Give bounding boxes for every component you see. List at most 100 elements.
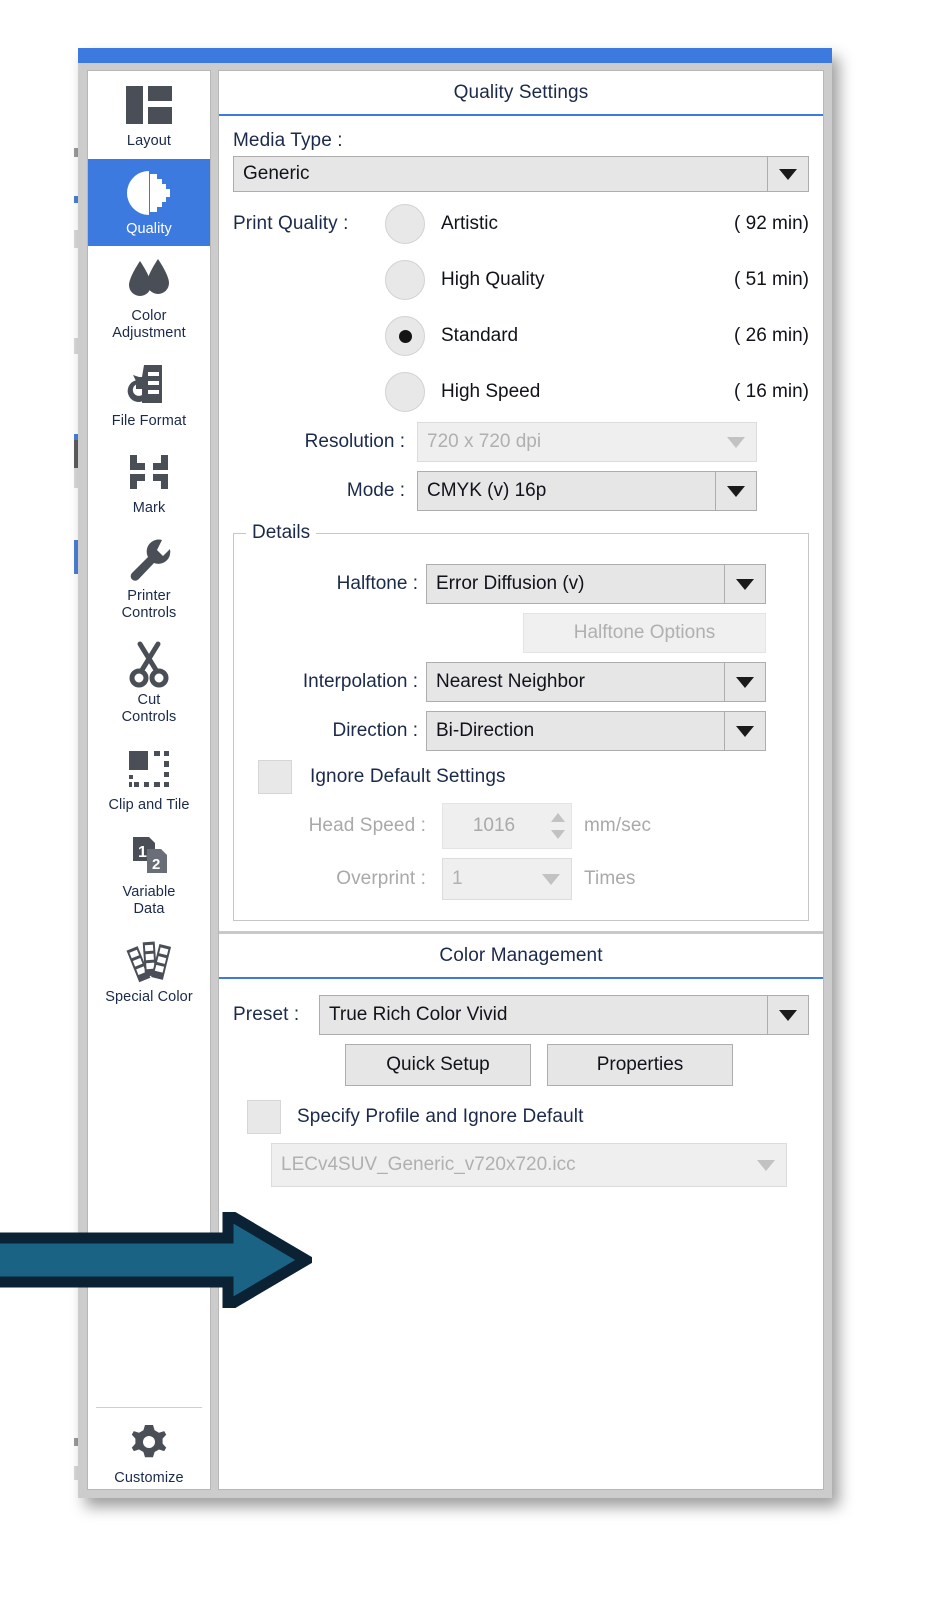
wrench-icon: [124, 536, 174, 584]
svg-text:2: 2: [152, 856, 160, 873]
chevron-down-icon[interactable]: [724, 565, 765, 603]
file-format-icon: [124, 361, 174, 409]
halftone-row: Halftone : Error Diffusion (v): [248, 564, 794, 604]
sidebar-item-quality[interactable]: Quality: [88, 158, 210, 247]
sidebar-item-printer-controls[interactable]: Printer Controls: [88, 526, 210, 630]
quick-setup-button[interactable]: Quick Setup: [345, 1044, 531, 1086]
overprint-row: Overprint : 1 Times: [248, 858, 794, 900]
sidebar-item-variable-data[interactable]: 1 2 Variable Data: [88, 822, 210, 926]
mode-label: Mode :: [346, 480, 405, 501]
sidebar-item-cut-controls[interactable]: Cut Controls: [88, 630, 210, 734]
chevron-down-icon[interactable]: [715, 472, 756, 510]
details-group: Details Halftone : Error Diffusion (v) H…: [233, 522, 809, 921]
profile-dropdown: LECv4SUV_Generic_v720x720.icc: [271, 1143, 787, 1187]
ignore-default-checkbox[interactable]: [258, 760, 292, 794]
swatch-fan-icon: [122, 937, 176, 985]
media-type-value: Generic: [243, 163, 310, 184]
radio-time: ( 26 min): [734, 325, 809, 346]
chevron-down-icon[interactable]: [767, 996, 808, 1034]
details-group-title: Details: [246, 522, 317, 544]
color-management-title: Color Management: [219, 934, 823, 979]
print-quality-row-high-quality[interactable]: High Quality ( 51 min): [233, 252, 809, 308]
stepper-buttons: [545, 804, 571, 848]
print-quality-row-artistic[interactable]: Print Quality : Artistic ( 92 min): [233, 196, 809, 252]
settings-panel: Quality Settings Media Type : Generic Pr…: [218, 70, 824, 1490]
chevron-down-icon[interactable]: [724, 712, 765, 750]
preset-dropdown[interactable]: True Rich Color Vivid: [319, 995, 809, 1035]
resolution-label: Resolution :: [304, 431, 405, 452]
layout-icon: [123, 81, 175, 129]
sidebar-item-label: Quality: [126, 220, 172, 237]
sidebar-item-mark[interactable]: Mark: [88, 438, 210, 526]
overprint-label: Overprint :: [336, 868, 426, 889]
sidebar-item-file-format[interactable]: File Format: [88, 351, 210, 439]
stepper-down-icon: [551, 830, 565, 839]
head-speed-unit: mm/sec: [584, 815, 652, 836]
direction-label: Direction :: [332, 720, 418, 741]
sidebar-nav: Layout Quality Color Adjustment File For…: [87, 70, 211, 1490]
interpolation-row: Interpolation : Nearest Neighbor: [248, 662, 794, 702]
radio-artistic[interactable]: [385, 204, 425, 244]
sidebar-item-label: Customize: [114, 1470, 184, 1487]
print-quality-label: Print Quality :: [233, 213, 349, 234]
svg-text:1: 1: [138, 844, 147, 861]
resolution-value: 720 x 720 dpi: [427, 431, 542, 452]
sidebar-item-label: Mark: [132, 500, 166, 517]
direction-value: Bi-Direction: [436, 720, 535, 741]
radio-high-speed[interactable]: [385, 372, 425, 412]
sidebar-item-special-color[interactable]: Special Color: [88, 927, 210, 1015]
resolution-dropdown: 720 x 720 dpi: [417, 422, 757, 462]
mode-row: Mode : CMYK (v) 16p: [233, 471, 809, 511]
print-settings-dialog: Layout Quality Color Adjustment File For…: [78, 48, 832, 1498]
overprint-dropdown: 1: [442, 858, 572, 900]
print-quality-row-standard[interactable]: Standard ( 26 min): [233, 308, 809, 364]
chevron-down-icon: [746, 1144, 786, 1186]
print-quality-row-high-speed[interactable]: High Speed ( 16 min): [233, 364, 809, 420]
properties-button[interactable]: Properties: [547, 1044, 733, 1086]
sidebar-item-label: Printer Controls: [121, 588, 177, 621]
quality-icon: [124, 169, 174, 217]
interpolation-dropdown[interactable]: Nearest Neighbor: [426, 662, 766, 702]
mode-value: CMYK (v) 16p: [427, 480, 547, 501]
sidebar-item-clip-and-tile[interactable]: Clip and Tile: [88, 735, 210, 823]
dialog-body: Layout Quality Color Adjustment File For…: [78, 63, 832, 1498]
radio-high-quality[interactable]: [385, 260, 425, 300]
radio-time: ( 51 min): [734, 269, 809, 290]
head-speed-stepper: 1016: [442, 803, 572, 849]
sidebar-item-customize[interactable]: Customize: [88, 1408, 210, 1489]
radio-label: Standard: [441, 325, 519, 346]
specify-profile-checkbox[interactable]: [247, 1100, 281, 1134]
sidebar-item-label: Color Adjustment: [112, 308, 186, 342]
radio-standard[interactable]: [385, 316, 425, 356]
print-quality-group: Print Quality : Artistic ( 92 min) High …: [233, 196, 809, 420]
ignore-default-row[interactable]: Ignore Default Settings: [248, 760, 794, 794]
halftone-dropdown[interactable]: Error Diffusion (v): [426, 564, 766, 604]
sidebar-scroll-area[interactable]: Layout Quality Color Adjustment File For…: [88, 71, 210, 1407]
halftone-value: Error Diffusion (v): [436, 573, 585, 594]
radio-label: Artistic: [441, 213, 498, 234]
dialog-title-bar: [78, 48, 832, 63]
overprint-value: 1: [452, 868, 463, 889]
sidebar-item-color-adjustment[interactable]: Color Adjustment: [88, 246, 210, 350]
media-type-dropdown[interactable]: Generic: [233, 156, 809, 192]
stepper-up-icon: [551, 813, 565, 822]
preset-label: Preset :: [233, 1004, 300, 1025]
cm-buttons-row: Quick Setup Properties: [233, 1044, 809, 1086]
specify-profile-row[interactable]: Specify Profile and Ignore Default: [233, 1100, 809, 1134]
media-type-label: Media Type :: [233, 130, 343, 151]
sidebar-item-label: Cut Controls: [121, 692, 177, 726]
preset-row: Preset : True Rich Color Vivid: [233, 995, 809, 1035]
sidebar-item-label: File Format: [111, 412, 187, 429]
scissors-icon: [126, 640, 172, 688]
direction-row: Direction : Bi-Direction: [248, 711, 794, 751]
chevron-down-icon[interactable]: [767, 157, 808, 191]
sidebar-item-layout[interactable]: Layout: [88, 71, 210, 159]
chevron-down-icon: [716, 423, 756, 461]
chevron-down-icon[interactable]: [724, 663, 765, 701]
mode-dropdown[interactable]: CMYK (v) 16p: [417, 471, 757, 511]
head-speed-label: Head Speed :: [308, 815, 426, 836]
quality-settings-title: Quality Settings: [219, 71, 823, 116]
interpolation-label: Interpolation :: [302, 671, 418, 692]
direction-dropdown[interactable]: Bi-Direction: [426, 711, 766, 751]
gear-icon: [126, 1418, 172, 1466]
